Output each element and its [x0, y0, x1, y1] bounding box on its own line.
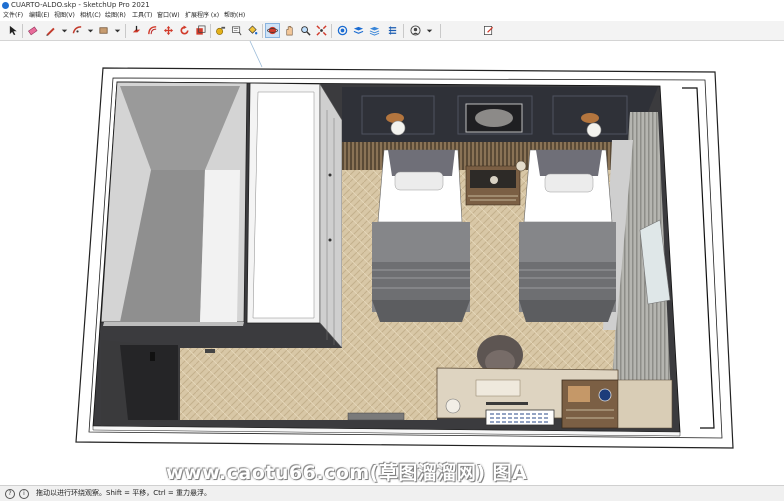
menu-help[interactable]: 帮助(H) [224, 11, 245, 21]
line-dropdown-icon[interactable] [58, 24, 71, 37]
menu-file[interactable]: 文件(F) [3, 11, 23, 21]
model-viewport[interactable] [0, 41, 784, 485]
status-bar: ? i 拖动以进行环绕观察。Shift = 平移，Ctrl = 重力悬浮。 [0, 485, 784, 501]
account-dropdown-icon[interactable] [423, 24, 436, 37]
eraser-icon[interactable] [26, 24, 39, 37]
pan-hand-icon[interactable] [283, 24, 296, 37]
menu-view[interactable]: 视图(V) [54, 11, 75, 21]
warehouse-icon[interactable] [336, 24, 349, 37]
bedroom-model-render [0, 41, 784, 485]
user-account-icon[interactable] [409, 24, 422, 37]
status-hint: 拖动以进行环绕观察。Shift = 平移，Ctrl = 重力悬浮。 [36, 489, 211, 497]
arc-dropdown-icon[interactable] [84, 24, 97, 37]
move-icon[interactable] [162, 24, 175, 37]
info-icon[interactable]: i [19, 489, 29, 499]
scale-icon[interactable] [194, 24, 207, 37]
rectangle-icon[interactable] [97, 24, 110, 37]
extension-warehouse-icon[interactable] [352, 24, 365, 37]
menu-tools[interactable]: 工具(T) [132, 11, 152, 21]
sketchup-app-icon [2, 2, 9, 9]
paint-bucket-icon[interactable] [246, 24, 259, 37]
layout-icon[interactable] [368, 24, 381, 37]
edit-note-icon[interactable] [482, 24, 495, 37]
menu-edit[interactable]: 编辑(E) [29, 11, 49, 21]
menu-window[interactable]: 窗口(W) [157, 11, 180, 21]
window-title: CUARTO-ALDO.skp - SketchUp Pro 2021 [11, 1, 150, 9]
watermark-text: www.caotu66.com(草图溜溜网) 图A [166, 462, 528, 484]
text-icon[interactable] [230, 24, 243, 37]
title-bar: CUARTO-ALDO.skp - SketchUp Pro 2021 [0, 0, 784, 11]
menu-camera[interactable]: 相机(C) [80, 11, 101, 21]
rotate-icon[interactable] [178, 24, 191, 37]
line-pencil-icon[interactable] [44, 24, 57, 37]
menu-extensions[interactable]: 扩展程序 (x) [185, 11, 219, 21]
arc-icon[interactable] [71, 24, 84, 37]
shape-dropdown-icon[interactable] [111, 24, 124, 37]
zoom-icon[interactable] [299, 24, 312, 37]
menu-bar: 文件(F) 编辑(E) 视图(V) 相机(C) 绘图(R) 工具(T) 窗口(W… [0, 11, 784, 21]
style-builder-icon[interactable] [386, 24, 399, 37]
select-arrow-icon[interactable] [7, 24, 20, 37]
zoom-extents-icon[interactable] [315, 24, 328, 37]
geolocation-icon[interactable]: ? [5, 489, 15, 499]
offset-icon[interactable] [146, 24, 159, 37]
main-toolbar [0, 21, 784, 41]
menu-draw[interactable]: 绘图(R) [105, 11, 126, 21]
push-pull-icon[interactable] [130, 24, 143, 37]
tape-measure-icon[interactable] [214, 24, 227, 37]
orbit-icon[interactable] [265, 23, 280, 38]
